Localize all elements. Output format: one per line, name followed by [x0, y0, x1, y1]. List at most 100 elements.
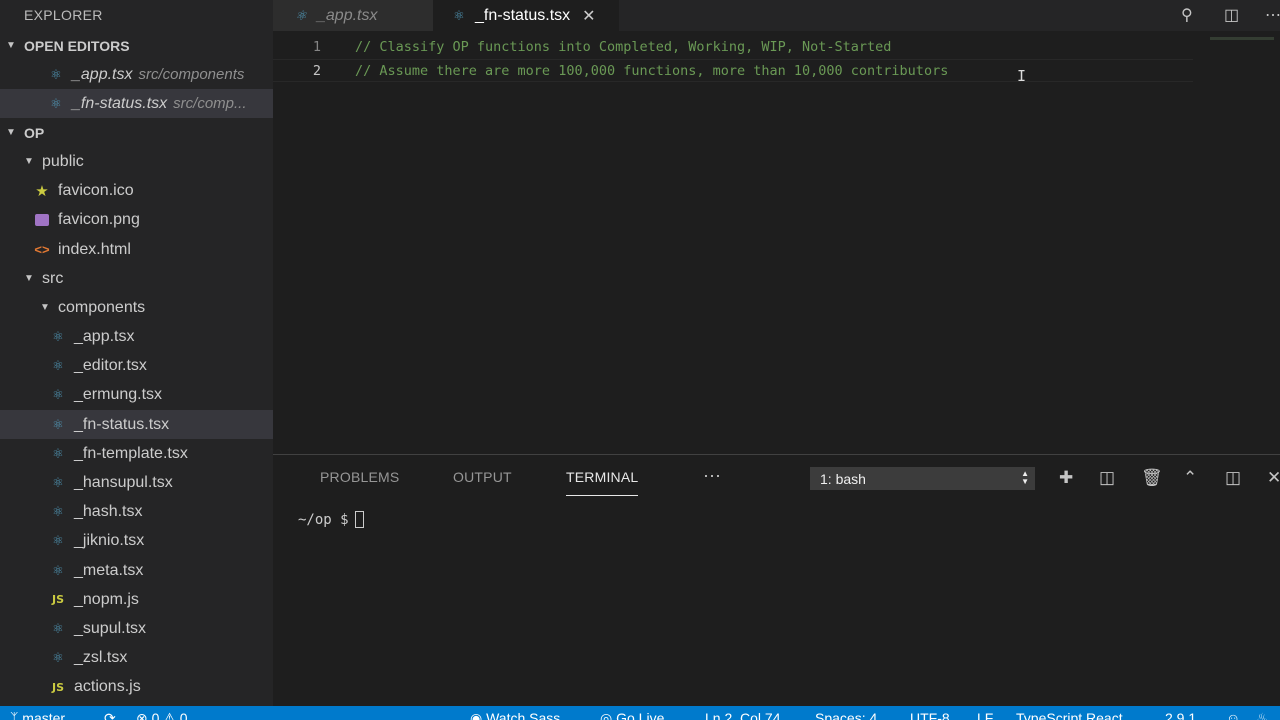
indentation[interactable]: Spaces: 4	[815, 707, 877, 720]
more-icon[interactable]: ···	[703, 465, 721, 486]
react-icon: ⚛	[52, 329, 64, 345]
file-item[interactable]: ⚛ _app.tsx	[0, 323, 273, 352]
code-editor[interactable]: 1 // Classify OP functions into Complete…	[273, 31, 1280, 454]
open-editors-header[interactable]: ▼ OPEN EDITORS	[0, 31, 273, 60]
folder-components[interactable]: ▼ components	[0, 293, 273, 322]
ts-version[interactable]: 2.9.1	[1165, 707, 1196, 720]
file-item[interactable]: ⚛ _meta.tsx	[0, 556, 273, 585]
file-name: _nopm.js	[74, 590, 139, 608]
react-icon: ⚛	[50, 95, 62, 111]
file-item[interactable]: ⚛ _fn-template.tsx	[0, 439, 273, 468]
project-label: OP	[24, 124, 45, 141]
chevron-down-icon: ▼	[6, 127, 16, 139]
tab-label: _fn-status.tsx	[475, 6, 571, 24]
react-icon: ⚛	[52, 475, 64, 491]
file-item[interactable]: JS _nopm.js	[0, 585, 273, 614]
branch-label: master	[22, 710, 66, 720]
chevron-down-icon: ▼	[24, 273, 34, 285]
file-name: _app.tsx	[74, 328, 135, 346]
terminal-prompt[interactable]: ~/op $	[298, 511, 364, 528]
explorer-title: EXPLORER	[24, 7, 103, 23]
sync-icon[interactable]: ⟳	[104, 707, 116, 720]
open-editor-item-active[interactable]: ⚛ _fn-status.tsx src/comp...	[0, 89, 273, 119]
file-item[interactable]: ⚛ _hash.tsx	[0, 498, 273, 527]
file-item-selected[interactable]: ⚛ _fn-status.tsx	[0, 410, 273, 440]
explorer-sidebar: EXPLORER ▼ OPEN EDITORS ⚛ _app.tsx src/c…	[0, 0, 273, 706]
chevron-down-icon: ▼	[24, 156, 34, 168]
problems-count[interactable]: ⊗ 0 ⚠ 0	[136, 707, 188, 720]
file-name: _fn-template.tsx	[74, 444, 188, 462]
encoding[interactable]: UTF-8	[910, 707, 950, 720]
file-item[interactable]: JS actions.js	[0, 673, 273, 702]
file-item[interactable]: ⚛ _jiknio.tsx	[0, 527, 273, 556]
split-terminal-icon[interactable]: ◫	[1099, 468, 1115, 488]
terminal-cursor	[354, 511, 364, 528]
terminal-select-value: 1: bash	[820, 470, 866, 487]
file-item[interactable]: <> index.html	[0, 235, 273, 264]
file-item[interactable]: ⚛ _zsl.tsx	[0, 644, 273, 673]
image-icon	[34, 212, 50, 228]
open-editor-path: src/components	[138, 66, 245, 84]
code-text: // Classify OP functions into Completed,…	[355, 39, 892, 55]
select-arrows-icon: ▲ ▼	[1021, 469, 1029, 486]
close-icon[interactable]: ✕	[1267, 468, 1280, 488]
chevron-up-icon[interactable]: ⌃	[1183, 468, 1197, 488]
feedback-icon[interactable]: ☺	[1226, 707, 1240, 720]
tab-fn-status[interactable]: ⚛ _fn-status.tsx ✕	[433, 0, 619, 31]
terminal-select[interactable]: 1: bash ▲ ▼	[810, 467, 1035, 490]
line-number: 1	[312, 39, 321, 55]
status-bar: ᛉ master ⟳ ⊗ 0 ⚠ 0 ◉ Watch Sass ◎ Go Liv…	[0, 706, 1280, 720]
react-icon: ⚛	[50, 66, 62, 82]
code-line-current[interactable]: 2 // Assume there are more 100,000 funct…	[273, 59, 1193, 82]
file-name: _zsl.tsx	[74, 649, 128, 667]
more-actions-icon[interactable]: ⋯	[1265, 5, 1280, 25]
javascript-icon: JS	[51, 680, 64, 694]
javascript-icon: JS	[51, 593, 64, 607]
watch-sass-button[interactable]: ◉ Watch Sass	[470, 707, 560, 720]
tab-output[interactable]: OUTPUT	[453, 469, 512, 485]
go-live-label: Go Live	[616, 710, 665, 720]
cursor-position[interactable]: Ln 2, Col 74	[705, 707, 781, 720]
file-name: _supul.tsx	[74, 619, 147, 637]
text-cursor-icon: I	[1017, 67, 1027, 85]
star-icon: ★	[35, 183, 49, 201]
warning-count: 0	[179, 710, 188, 720]
file-name: _meta.tsx	[74, 561, 144, 579]
prompt-text: ~/op $	[298, 511, 349, 528]
language-mode[interactable]: TypeScript React	[1016, 707, 1123, 720]
code-line[interactable]: 1 // Classify OP functions into Complete…	[273, 36, 1193, 59]
open-preview-icon[interactable]: ⚲	[1181, 5, 1193, 25]
watch-sass-label: Watch Sass	[486, 710, 561, 720]
file-item[interactable]: ★ favicon.ico	[0, 177, 273, 206]
line-number: 2	[312, 63, 321, 79]
file-item[interactable]: ⚛ _editor.tsx	[0, 352, 273, 381]
file-name: actions.js	[74, 678, 141, 696]
tab-app[interactable]: ⚛ _app.tsx	[273, 0, 433, 31]
project-header[interactable]: ▼ OP	[0, 118, 273, 147]
tab-terminal[interactable]: TERMINAL	[566, 469, 639, 496]
tab-problems[interactable]: PROBLEMS	[320, 469, 399, 485]
file-item[interactable]: ⚛ _ermung.tsx	[0, 381, 273, 410]
go-live-button[interactable]: ◎ Go Live	[600, 707, 664, 720]
minimap[interactable]	[1210, 37, 1274, 40]
new-terminal-icon[interactable]: ✚	[1059, 468, 1073, 488]
bell-icon[interactable]: ♨	[1256, 707, 1269, 720]
bottom-panel: PROBLEMS OUTPUT TERMINAL ··· 1: bash ▲ ▼ …	[273, 454, 1280, 706]
trash-icon[interactable]: 🗑	[1141, 468, 1163, 488]
git-branch[interactable]: ᛉ master	[10, 707, 65, 720]
react-icon: ⚛	[52, 533, 64, 549]
file-item[interactable]: ⚛ _hansupul.tsx	[0, 468, 273, 497]
file-item[interactable]: favicon.png	[0, 206, 273, 235]
close-icon[interactable]: ✕	[582, 6, 595, 26]
folder-label: public	[42, 152, 84, 170]
react-icon: ⚛	[52, 416, 64, 432]
file-item[interactable]: ⚛ _supul.tsx	[0, 614, 273, 643]
react-icon: ⚛	[52, 358, 64, 374]
toggle-panel-icon[interactable]: ◫	[1225, 468, 1241, 488]
folder-src[interactable]: ▼ src	[0, 264, 273, 293]
react-icon: ⚛	[52, 445, 64, 461]
folder-public[interactable]: ▼ public	[0, 147, 273, 176]
end-of-line[interactable]: LF	[977, 707, 993, 720]
split-editor-icon[interactable]: ◫	[1224, 5, 1239, 25]
open-editor-item[interactable]: ⚛ _app.tsx src/components	[0, 60, 273, 89]
